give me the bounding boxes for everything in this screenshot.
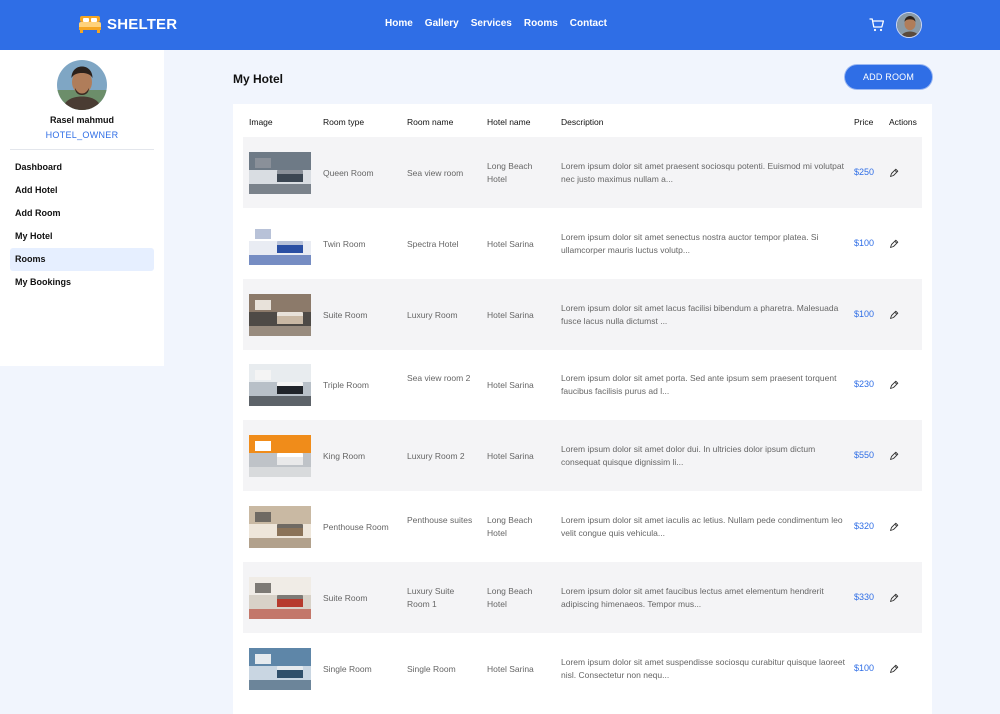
room-thumbnail [249, 506, 311, 548]
nav-services[interactable]: Services [471, 18, 512, 29]
room-thumbnail [249, 647, 311, 690]
room-type-cell: Penthouse Room [323, 522, 389, 532]
brand[interactable]: SHELTER [78, 12, 177, 36]
user-avatar[interactable] [896, 12, 922, 38]
description-cell: Lorem ipsum dolor sit amet dolor dui. In… [561, 444, 816, 468]
room-thumbnail [249, 222, 311, 265]
sidebar-item-add-hotel[interactable]: Add Hotel [10, 179, 154, 202]
main-nav: Home Gallery Services Rooms Contact [385, 18, 619, 29]
add-room-button[interactable]: ADD ROOM [845, 65, 932, 89]
price-cell: $550 [854, 450, 875, 461]
nav-home[interactable]: Home [385, 18, 413, 29]
price-cell: $330 [854, 591, 875, 602]
edit-icon[interactable] [889, 451, 899, 461]
column-header-room-name: Room name [407, 117, 454, 127]
room-name-cell: Spectra Hotel [407, 238, 459, 249]
price-cell: $100 [854, 308, 875, 319]
table-row: Queen Room Sea view room Long Beach Hotel L… [243, 137, 922, 208]
profile-name: Rasel mahmud [49, 115, 115, 125]
room-thumbnail [249, 152, 311, 194]
sidebar-item-dashboard[interactable]: Dashboard [10, 156, 154, 179]
sidebar: Rasel mahmud HOTEL_OWNER Dashboard Add H… [0, 50, 164, 366]
room-thumbnail [249, 293, 311, 336]
room-thumbnail [249, 435, 311, 478]
room-name-cell: Luxury Room 2 [407, 451, 465, 462]
edit-icon[interactable] [889, 310, 899, 320]
description-cell: Lorem ipsum dolor sit amet faucibus lect… [561, 585, 824, 609]
bed-logo-icon [79, 16, 101, 33]
hotel-name-cell: Long Beach Hotel [487, 585, 533, 609]
table-row: Single Room Single Room Hotel Sarina Lorem … [243, 633, 922, 704]
hotel-name-cell: Long Beach Hotel [487, 161, 533, 184]
sidebar-divider [10, 149, 154, 150]
rooms-table: Image Room type Room name Hotel name Des… [233, 104, 932, 714]
top-navbar: SHELTER Home Gallery Services Rooms Cont… [0, 0, 1000, 50]
table-row: Suite Room Luxury Suite Room 1 Long Beach … [243, 561, 922, 633]
edit-icon[interactable] [889, 168, 899, 178]
nav-gallery[interactable]: Gallery [425, 18, 459, 29]
column-header-room-type: Room type [323, 117, 365, 127]
table-row: Penthouse Room Penthouse suites Long Beach… [243, 491, 922, 562]
price-cell: $100 [854, 237, 875, 248]
nav-rooms[interactable]: Rooms [524, 18, 558, 29]
description-cell: Lorem ipsum dolor sit amet iaculis ac le… [561, 515, 843, 538]
hotel-name-cell: Hotel Sarina [487, 309, 534, 320]
description-cell: Lorem ipsum dolor sit amet praesent soci… [561, 161, 844, 184]
hotel-name-cell: Long Beach Hotel [487, 515, 533, 538]
sidebar-menu: Dashboard Add Hotel Add Room My Hotel Ro… [10, 156, 154, 294]
sidebar-item-my-bookings[interactable]: My Bookings [10, 271, 154, 294]
column-header-actions: Actions [889, 117, 917, 127]
room-type-cell: Single Room [323, 663, 372, 674]
profile-role: HOTEL_OWNER [45, 130, 119, 140]
edit-icon[interactable] [889, 522, 899, 532]
hotel-name-cell: Hotel Sarina [487, 238, 534, 249]
table-header: Image Room type Room name Hotel name Des… [233, 104, 932, 138]
brand-name: SHELTER [107, 15, 178, 33]
edit-icon[interactable] [889, 239, 899, 249]
room-name-cell: Single Room [407, 663, 456, 674]
price-cell: $320 [854, 521, 875, 531]
edit-icon[interactable] [889, 593, 899, 603]
profile-avatar [57, 60, 107, 110]
room-type-cell: Suite Room [323, 592, 368, 603]
column-header-price: Price [854, 117, 874, 127]
room-name-cell: Luxury Room [407, 309, 458, 320]
column-header-image: Image [249, 117, 273, 127]
hotel-name-cell: Hotel Sarina [487, 663, 534, 674]
description-cell: Lorem ipsum dolor sit amet lacus facilis… [561, 302, 839, 326]
cart-icon[interactable] [869, 17, 885, 33]
table-row: King Room Luxury Room 2 Hotel Sarina Lorem … [243, 420, 922, 492]
room-name-cell: Sea view room [407, 168, 464, 178]
room-thumbnail [249, 576, 311, 619]
room-type-cell: King Room [323, 451, 366, 462]
hotel-name-cell: Hotel Sarina [487, 380, 534, 391]
room-name-cell: Sea view room 2 [407, 373, 471, 384]
nav-contact[interactable]: Contact [570, 18, 607, 29]
description-cell: Lorem ipsum dolor sit amet porta. Sed an… [561, 373, 837, 397]
price-cell: $100 [854, 662, 875, 673]
page-title: My Hotel [233, 72, 284, 86]
column-header-hotel-name: Hotel name [487, 117, 531, 127]
room-name-cell: Penthouse suites [407, 515, 473, 525]
edit-icon[interactable] [889, 380, 899, 390]
table-row: Twin Room Spectra Hotel Hotel Sarina Lorem … [243, 208, 922, 279]
price-cell: $230 [854, 379, 875, 390]
room-thumbnail [249, 364, 311, 407]
edit-icon[interactable] [889, 664, 899, 674]
room-type-cell: Twin Room [323, 238, 366, 249]
description-cell: Lorem ipsum dolor sit amet suspendisse s… [561, 656, 845, 680]
hotel-name-cell: Hotel Sarina [487, 451, 534, 462]
description-cell: Lorem ipsum dolor sit amet senectus nost… [561, 231, 819, 255]
room-name-cell: Luxury Suite Room 1 [407, 585, 455, 609]
sidebar-item-add-room[interactable]: Add Room [10, 202, 154, 225]
sidebar-item-my-hotel[interactable]: My Hotel [10, 225, 154, 248]
room-type-cell: Suite Room [323, 309, 368, 320]
sidebar-item-rooms[interactable]: Rooms [10, 248, 154, 271]
price-cell: $250 [854, 167, 875, 177]
table-row: Suite Room Luxury Room Hotel Sarina Lorem i… [243, 278, 922, 350]
room-type-cell: Queen Room [323, 168, 374, 178]
table-row: Triple Room Sea view room 2 Hotel Sarina Lo… [243, 349, 922, 420]
room-type-cell: Triple Room [323, 380, 369, 391]
column-header-description: Description [561, 117, 604, 127]
